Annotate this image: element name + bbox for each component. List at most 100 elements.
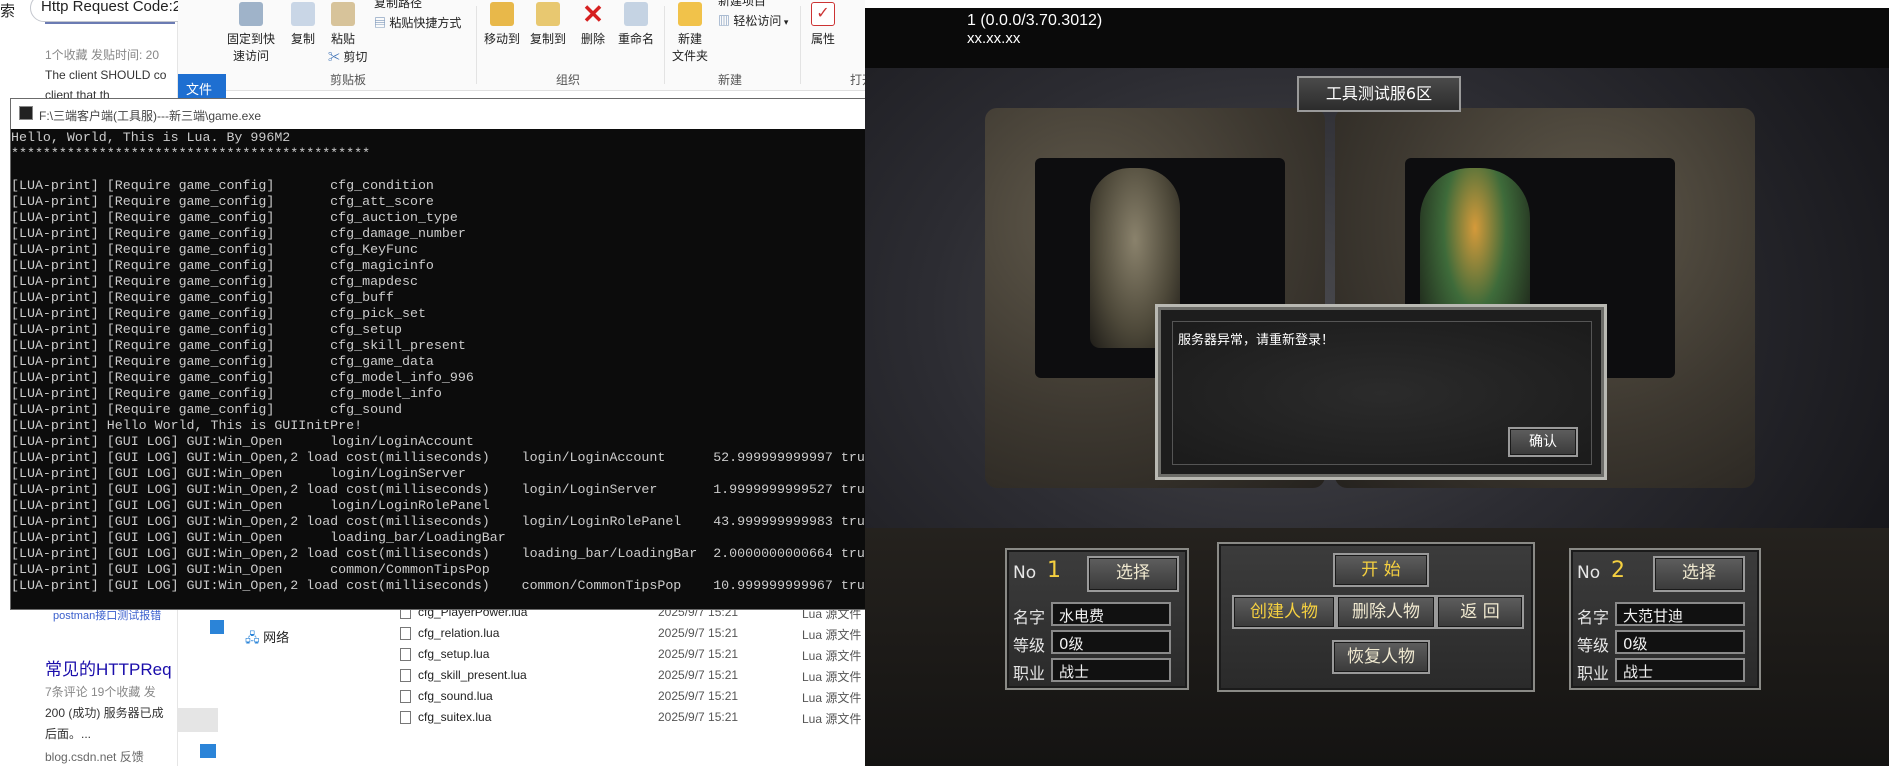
lua-file-icon: [400, 648, 411, 661]
create-character-button[interactable]: 创建人物: [1232, 595, 1336, 629]
explorer-ribbon: 固定到快 速访问 复制 粘贴 复制路径 ▤ 粘贴快捷方式 ✂ 剪切 移动到 复制…: [178, 0, 874, 91]
slot2-level-field: 0级: [1615, 630, 1745, 654]
nav-icon: [200, 744, 216, 758]
file-row[interactable]: cfg_setup.lua 2025/9/7 15:21 Lua 源文件: [400, 644, 865, 665]
console-output[interactable]: Hello, World, This is Lua. By 996M2 ****…: [11, 129, 971, 609]
scissors-icon: ✂: [328, 50, 344, 64]
back-button[interactable]: 返 回: [1436, 595, 1524, 629]
properties-checkmark-icon: ✓: [811, 2, 835, 26]
paste-shortcut-button[interactable]: ▤ 粘贴快捷方式: [374, 14, 461, 31]
group-organize: 组织: [556, 73, 581, 87]
ribbon-separator: [476, 6, 477, 84]
properties-label: 属性: [810, 32, 835, 46]
start-game-button[interactable]: 开 始: [1333, 553, 1429, 587]
file-type: Lua 源文件: [802, 712, 862, 726]
error-dialog: 服务器异常，请重新登录！ 确认: [1155, 304, 1607, 480]
slot1-select-button[interactable]: 选择: [1087, 556, 1179, 592]
delete-character-button[interactable]: 删除人物: [1336, 595, 1436, 629]
slot2-class-label: 职业: [1577, 664, 1610, 683]
rename-icon: [624, 2, 648, 26]
console-title-bar[interactable]: F:\三端客户端(工具服)---新三端\game.exe — ☐ ✕: [11, 99, 986, 129]
delete-button[interactable]: ✕ 删除: [576, 0, 610, 47]
new-item-label: 新建项目: [718, 0, 767, 8]
dialog-confirm-button[interactable]: 确认: [1508, 427, 1578, 457]
paste-shortcut-icon: ▤: [374, 16, 390, 30]
delete-label: 删除: [580, 32, 605, 46]
copy-label: 复制: [290, 32, 315, 46]
copy-path-button[interactable]: 复制路径: [374, 0, 422, 11]
new-folder-button[interactable]: 新建 文件夹: [668, 2, 712, 64]
rename-button[interactable]: 重命名: [616, 2, 656, 47]
file-menu-tab[interactable]: 文件: [178, 74, 226, 100]
file-date: 2025/9/7 15:21: [658, 689, 739, 703]
result-title-fragment: [45, 22, 175, 24]
file-name: cfg_skill_present.lua: [418, 668, 527, 682]
slot2-no-value: 2: [1611, 558, 1625, 583]
slot1-name-field: 水电费: [1051, 602, 1171, 626]
copy-to-icon: [536, 2, 560, 26]
file-name: cfg_suitex.lua: [418, 710, 492, 724]
file-type: Lua 源文件: [802, 691, 862, 705]
file-name: cfg_setup.lua: [418, 647, 490, 661]
slot1-no-label: No: [1013, 563, 1037, 583]
restore-character-button[interactable]: 恢复人物: [1332, 640, 1430, 674]
cut-label: 剪切: [343, 50, 368, 64]
easy-access-label: 轻松访问: [733, 14, 782, 28]
slot1-class-label: 职业: [1013, 664, 1046, 683]
file-date: 2025/9/7 15:21: [658, 710, 739, 724]
dialog-message: 服务器异常，请重新登录！: [1178, 333, 1335, 348]
move-to-button[interactable]: 移动到: [482, 2, 522, 47]
group-new: 新建: [718, 73, 743, 87]
copy-path-label: 复制路径: [374, 0, 423, 10]
group-clipboard: 剪贴板: [330, 73, 367, 87]
cut-button[interactable]: ✂ 剪切: [328, 48, 367, 65]
file-row[interactable]: cfg_skill_present.lua 2025/9/7 15:21 Lua 源…: [400, 665, 865, 686]
game-window: 1 (0.0.0/3.70.3012) xx.xx.xx 工具测试服6区 服务器…: [865, 8, 1889, 766]
result-meta: 7条评论 19个收藏 发: [45, 685, 156, 699]
file-row[interactable]: cfg_sound.lua 2025/9/7 15:21 Lua 源文件: [400, 686, 865, 707]
move-to-icon: [490, 2, 514, 26]
lua-file-icon: [400, 627, 411, 640]
delete-x-icon: ✕: [582, 0, 604, 29]
slot1-level-field: 0级: [1051, 630, 1171, 654]
paste-shortcut-label: 粘贴快捷方式: [389, 16, 462, 30]
result-title-link[interactable]: 常见的HTTPReq: [45, 655, 172, 680]
paste-button[interactable]: 粘贴: [326, 2, 360, 47]
new-folder-icon: [678, 2, 702, 26]
pin-icon: [239, 2, 263, 26]
result-snippet-line: 后面。...: [45, 727, 92, 741]
copy-to-button[interactable]: 复制到: [528, 2, 568, 47]
new-item-button[interactable]: 新建项目: [718, 0, 766, 9]
file-row[interactable]: cfg_suitex.lua 2025/9/7 15:21 Lua 源文件: [400, 707, 865, 728]
new-folder-label: 新建 文件夹: [671, 32, 708, 63]
file-date: 2025/9/7 15:21: [658, 626, 739, 640]
file-date: 2025/9/7 15:21: [658, 647, 739, 661]
copy-to-label: 复制到: [529, 32, 566, 46]
slot2-no-label: No: [1577, 563, 1601, 583]
slot2-select-button[interactable]: 选择: [1653, 556, 1745, 592]
result-meta: 1个收藏 发贴时间: 20: [45, 48, 160, 62]
properties-button[interactable]: ✓ 属性: [806, 2, 840, 47]
copy-button[interactable]: 复制: [286, 2, 320, 47]
slot1-name-label: 名字: [1013, 608, 1046, 627]
slot1-class-field: 战士: [1051, 658, 1171, 682]
easy-access-button[interactable]: ▥ 轻松访问 ▾: [718, 12, 788, 29]
result-snippet-line: 200 (成功) 服务器已成: [45, 706, 164, 720]
copy-icon: [291, 2, 315, 26]
search-label-fragment: 索: [0, 3, 16, 20]
desktop: 索 1个收藏 发贴时间: 20 The client SHOULD co cli…: [0, 0, 1889, 766]
move-to-label: 移动到: [483, 32, 520, 46]
ribbon-separator: [664, 6, 665, 84]
pin-quick-access-button[interactable]: 固定到快 速访问: [226, 2, 276, 64]
game-server-address: xx.xx.xx: [967, 30, 1021, 47]
lua-file-icon: [400, 711, 411, 724]
nav-item-network[interactable]: 🖧 网络: [245, 627, 289, 651]
file-type: Lua 源文件: [802, 628, 862, 642]
slot2-class-field: 战士: [1615, 658, 1745, 682]
file-row[interactable]: cfg_relation.lua 2025/9/7 15:21 Lua 源文件: [400, 623, 865, 644]
slot1-no-value: 1: [1047, 558, 1061, 583]
nav-selection: [178, 708, 218, 732]
nav-icon: [210, 620, 224, 634]
file-name: cfg_sound.lua: [418, 689, 493, 703]
rename-label: 重命名: [617, 32, 654, 46]
